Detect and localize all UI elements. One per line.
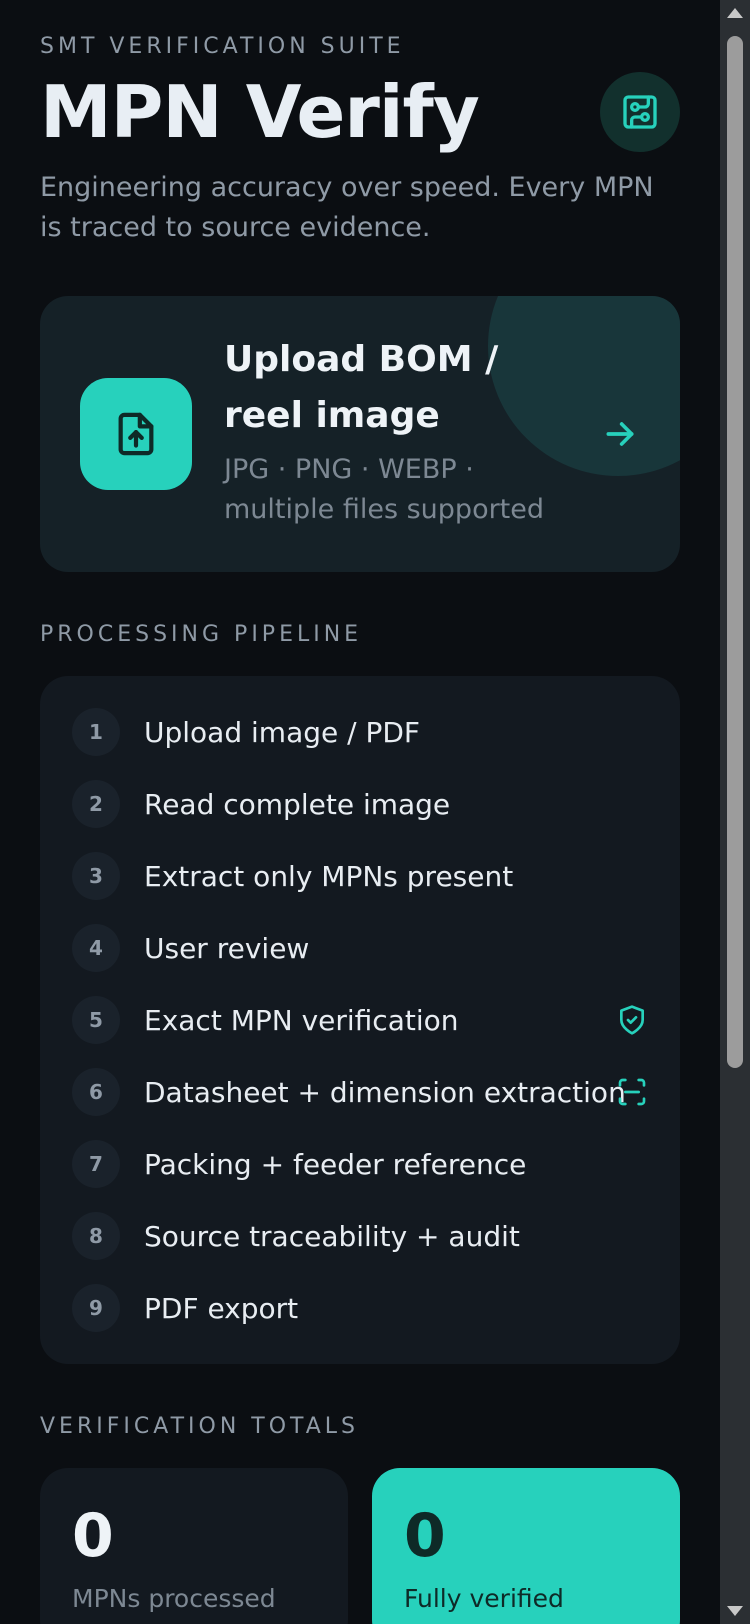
step-label: Extract only MPNs present bbox=[144, 859, 514, 893]
pipeline-section-label: PROCESSING PIPELINE bbox=[40, 622, 363, 647]
file-upload-icon bbox=[118, 412, 154, 456]
page-subtitle: Engineering accuracy over speed. Every M… bbox=[40, 172, 654, 243]
step-number: 1 bbox=[72, 708, 120, 756]
pipeline-step: 6 Datasheet + dimension extraction bbox=[72, 1062, 648, 1122]
step-number: 8 bbox=[72, 1212, 120, 1260]
scan-icon bbox=[618, 1078, 646, 1106]
pipeline-card: 1 Upload image / PDF 2 Read complete ima… bbox=[40, 676, 680, 1364]
pipeline-step: 9 PDF export bbox=[72, 1278, 648, 1338]
circuit-board-icon bbox=[623, 95, 657, 129]
pipeline-step: 1 Upload image / PDF bbox=[72, 702, 648, 762]
scroll-up-arrow-icon[interactable] bbox=[727, 8, 743, 18]
step-label: PDF export bbox=[144, 1291, 299, 1325]
step-label: Source traceability + audit bbox=[144, 1219, 520, 1253]
totals-row: 0 MPNs processed 0 Fully verified bbox=[40, 1468, 680, 1624]
step-label: Read complete image bbox=[144, 787, 451, 821]
mpns-processed-card: 0 MPNs processed bbox=[40, 1468, 348, 1624]
shield-check-icon bbox=[620, 1005, 644, 1035]
upload-card[interactable]: Upload BOM / reel image JPG · PNG · WEBP… bbox=[40, 296, 680, 572]
app-eyebrow: SMT VERIFICATION SUITE bbox=[40, 34, 405, 59]
step-number: 9 bbox=[72, 1284, 120, 1332]
step-label: Datasheet + dimension extraction bbox=[144, 1075, 626, 1109]
totals-section-label: VERIFICATION TOTALS bbox=[40, 1414, 360, 1439]
pipeline-step: 3 Extract only MPNs present bbox=[72, 846, 648, 906]
pipeline-step: 7 Packing + feeder reference bbox=[72, 1134, 648, 1194]
step-label: Packing + feeder reference bbox=[144, 1147, 527, 1181]
step-number: 7 bbox=[72, 1140, 120, 1188]
step-number: 3 bbox=[72, 852, 120, 900]
mpns-processed-value: 0 bbox=[72, 1501, 114, 1571]
mpns-processed-label: MPNs processed bbox=[72, 1584, 276, 1613]
pipeline-step: 5 Exact MPN verification bbox=[72, 990, 648, 1050]
page-title: MPN Verify bbox=[40, 70, 480, 154]
step-label: User review bbox=[144, 931, 310, 965]
app-logo-button[interactable] bbox=[600, 72, 680, 152]
step-number: 4 bbox=[72, 924, 120, 972]
arrow-right-icon[interactable] bbox=[600, 414, 640, 454]
app-screen: SMT VERIFICATION SUITE MPN Verify Engine… bbox=[0, 0, 750, 1624]
pipeline-step: 8 Source traceability + audit bbox=[72, 1206, 648, 1266]
upload-icon-box bbox=[80, 378, 192, 490]
step-label: Exact MPN verification bbox=[144, 1003, 459, 1037]
pipeline-step: 4 User review bbox=[72, 918, 648, 978]
upload-title: Upload BOM / reel image bbox=[224, 339, 499, 436]
step-number: 2 bbox=[72, 780, 120, 828]
pipeline-step: 2 Read complete image bbox=[72, 774, 648, 834]
upload-subtitle: JPG · PNG · WEBP · multiple files suppor… bbox=[224, 454, 545, 525]
vertical-scrollbar[interactable] bbox=[720, 0, 750, 1624]
step-label: Upload image / PDF bbox=[144, 715, 421, 749]
fully-verified-value: 0 bbox=[404, 1501, 446, 1571]
step-number: 6 bbox=[72, 1068, 120, 1116]
fully-verified-label: Fully verified bbox=[404, 1584, 564, 1613]
scroll-down-arrow-icon[interactable] bbox=[727, 1606, 743, 1616]
scrollbar-thumb[interactable] bbox=[727, 36, 743, 1068]
step-number: 5 bbox=[72, 996, 120, 1044]
fully-verified-card: 0 Fully verified bbox=[372, 1468, 680, 1624]
